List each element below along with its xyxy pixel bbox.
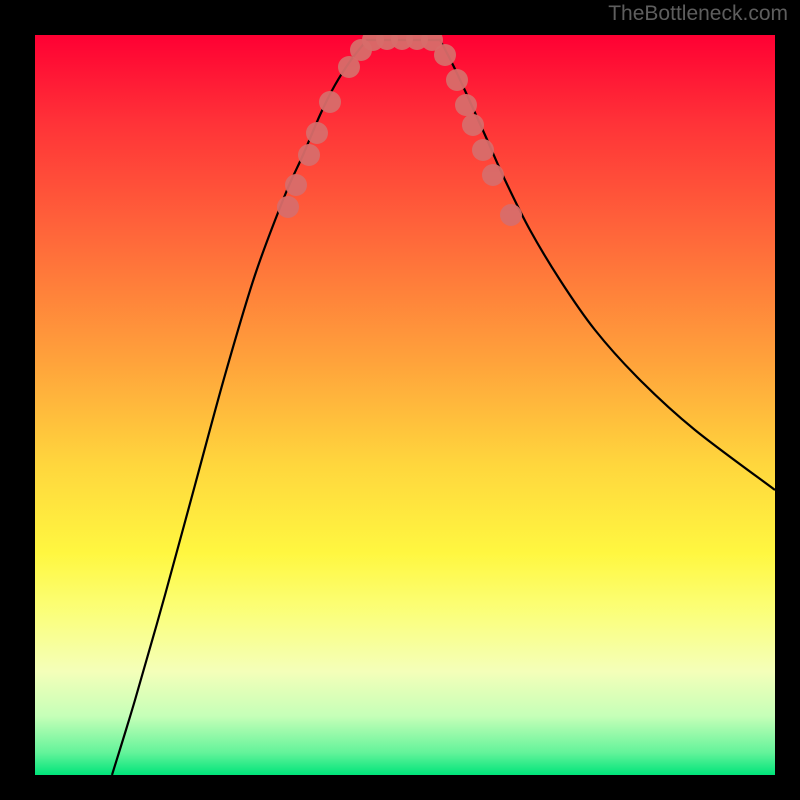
data-dot [277, 196, 299, 218]
data-dot [455, 94, 477, 116]
data-dot [306, 122, 328, 144]
data-dot [285, 174, 307, 196]
data-dot [298, 144, 320, 166]
data-dot [434, 44, 456, 66]
bottleneck-curve [112, 40, 775, 775]
data-dots [277, 35, 522, 226]
data-dot [462, 114, 484, 136]
data-dot [446, 69, 468, 91]
data-dot [319, 91, 341, 113]
plot-area [35, 35, 775, 775]
watermark-text: TheBottleneck.com [608, 2, 788, 26]
chart-outer: TheBottleneck.com [0, 0, 800, 800]
data-dot [482, 164, 504, 186]
data-dot [500, 204, 522, 226]
data-dot [472, 139, 494, 161]
curve-svg [35, 35, 775, 775]
